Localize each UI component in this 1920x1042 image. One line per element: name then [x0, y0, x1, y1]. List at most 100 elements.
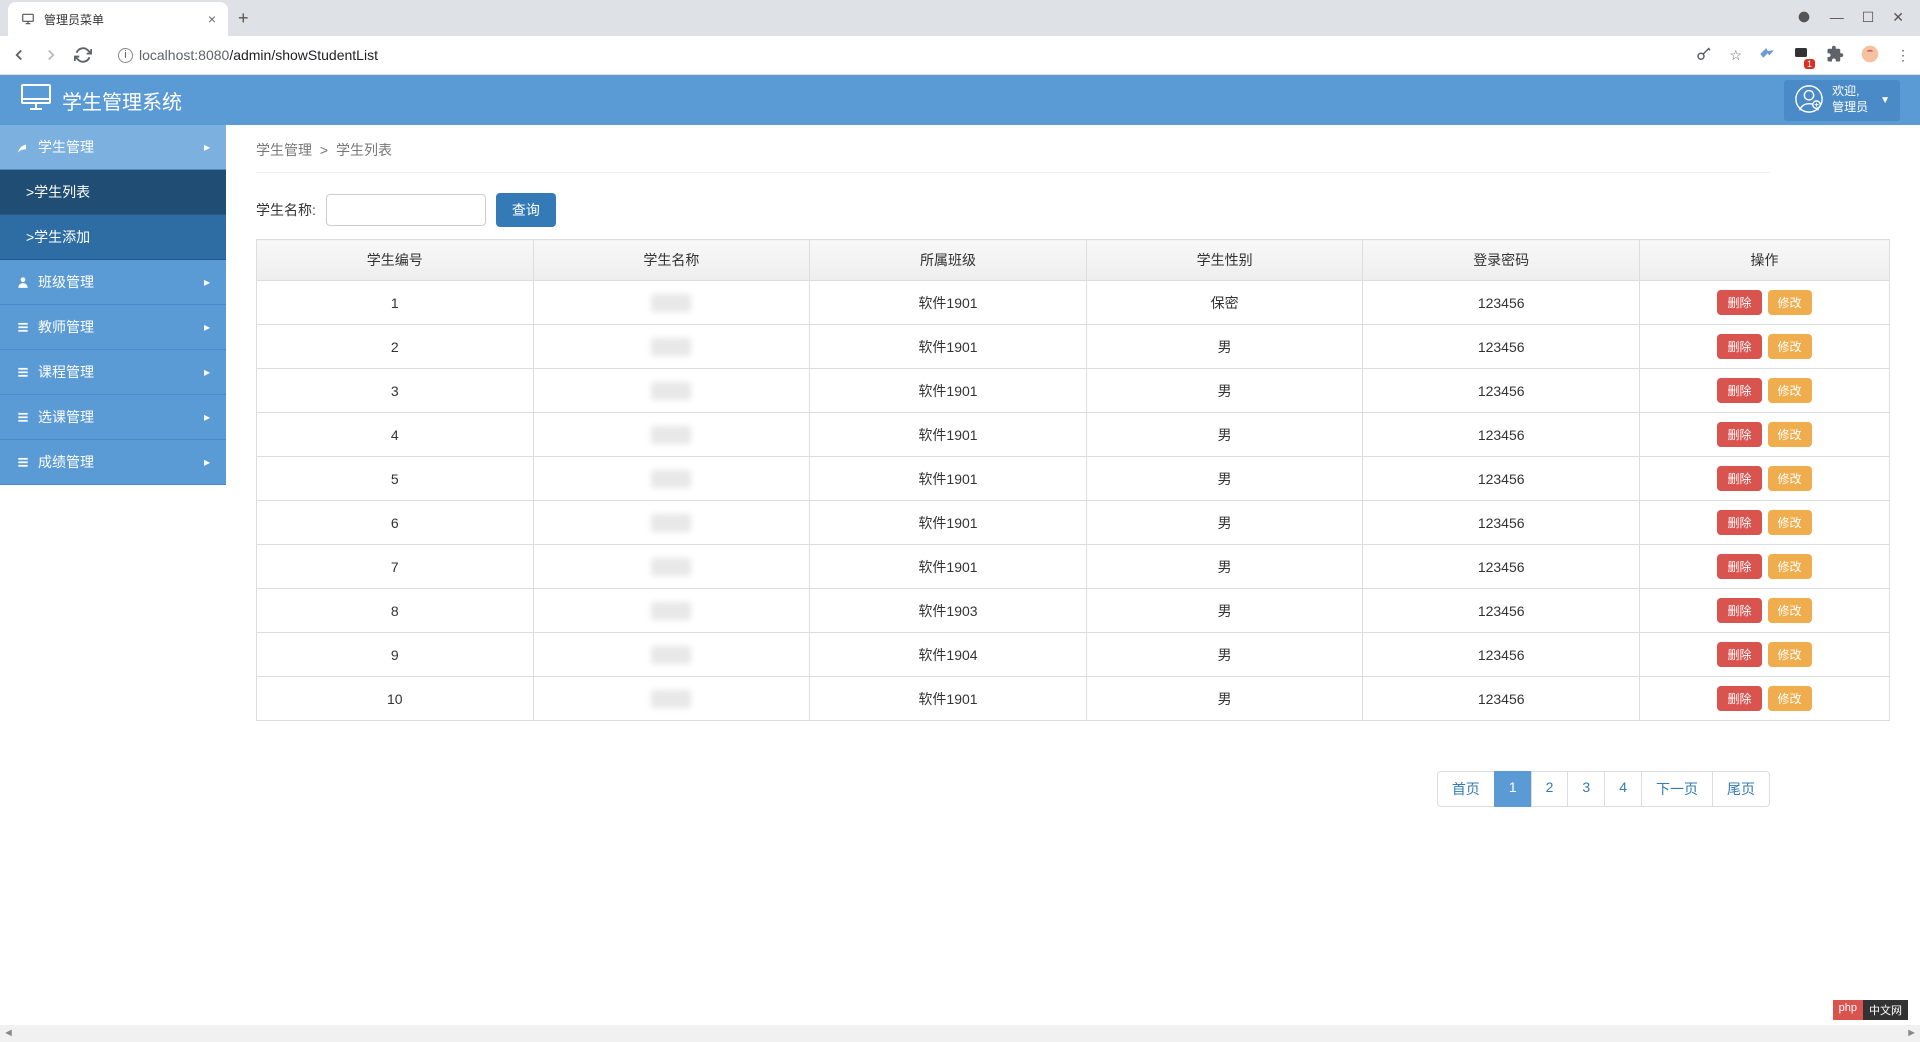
footer-badge[interactable]: php 中文网: [1833, 1000, 1908, 1020]
edit-button[interactable]: 修改: [1768, 378, 1812, 403]
edit-button[interactable]: 修改: [1768, 466, 1812, 491]
bird-ext-icon[interactable]: [1758, 45, 1776, 66]
extensions-icon[interactable]: [1826, 45, 1844, 66]
close-window-icon[interactable]: ✕: [1892, 9, 1904, 28]
delete-button[interactable]: 删除: [1717, 642, 1761, 667]
student-name-input[interactable]: [326, 194, 486, 226]
chevron-right-icon: ▸: [204, 140, 210, 154]
tab-close-icon[interactable]: ×: [208, 11, 216, 27]
cell-gender: 男: [1086, 413, 1363, 457]
url-bar[interactable]: i localhost:8080/admin/showStudentList: [106, 40, 1681, 70]
sidebar-item-2[interactable]: 教师管理 ▸: [0, 305, 226, 350]
sidebar-item-0[interactable]: 学生管理▸: [0, 125, 226, 170]
delete-button[interactable]: 删除: [1717, 334, 1761, 359]
horizontal-scrollbar[interactable]: ◄ ►: [0, 1025, 1920, 1042]
edit-button[interactable]: 修改: [1768, 422, 1812, 447]
cell-actions: 删除修改: [1640, 677, 1890, 721]
cell-actions: 删除修改: [1640, 633, 1890, 677]
cell-password: 123456: [1363, 413, 1640, 457]
page-4[interactable]: 4: [1604, 771, 1642, 807]
sidebar-icon: [16, 455, 30, 469]
cell-id: 8: [257, 589, 534, 633]
user-welcome-text: 欢迎, 管理员: [1832, 84, 1868, 115]
minimize-icon[interactable]: —: [1830, 9, 1844, 28]
cell-name: [533, 677, 810, 721]
delete-button[interactable]: 删除: [1717, 466, 1761, 491]
breadcrumb-current: 学生列表: [336, 142, 392, 158]
delete-button[interactable]: 删除: [1717, 510, 1761, 535]
cell-class: 软件1901: [810, 369, 1087, 413]
cell-actions: 删除修改: [1640, 325, 1890, 369]
menu-icon[interactable]: ⋮: [1896, 47, 1910, 64]
page-last[interactable]: 尾页: [1712, 771, 1770, 807]
cell-password: 123456: [1363, 457, 1640, 501]
sidebar-icon: [16, 365, 30, 379]
main-layout: 学生管理▸>学生列表>学生添加班级管理▸教师管理▸课程管理▸选课管理▸成绩管理▸…: [0, 125, 1920, 822]
scroll-left-icon[interactable]: ◄: [3, 1027, 14, 1039]
delete-button[interactable]: 删除: [1717, 686, 1761, 711]
page-next[interactable]: 下一页: [1641, 771, 1713, 807]
chevron-right-icon: ▸: [204, 320, 210, 334]
table-row: 5软件1901男123456删除修改: [257, 457, 1890, 501]
edit-button[interactable]: 修改: [1768, 642, 1812, 667]
forward-button[interactable]: [42, 46, 60, 64]
cell-actions: 删除修改: [1640, 281, 1890, 325]
url-text: localhost:8080/admin/showStudentList: [139, 47, 378, 63]
user-menu[interactable]: 欢迎, 管理员 ▼: [1784, 80, 1900, 121]
browser-tab[interactable]: 管理员菜单 ×: [8, 2, 228, 36]
cell-name: [533, 457, 810, 501]
cell-class: 软件1904: [810, 633, 1087, 677]
back-button[interactable]: [10, 46, 28, 64]
incognito-icon[interactable]: [1796, 9, 1812, 28]
cell-name: [533, 369, 810, 413]
edit-button[interactable]: 修改: [1768, 554, 1812, 579]
new-tab-button[interactable]: +: [238, 8, 249, 29]
delete-button[interactable]: 删除: [1717, 378, 1761, 403]
table-row: 2软件1901男123456删除修改: [257, 325, 1890, 369]
cell-gender: 男: [1086, 633, 1363, 677]
site-info-icon[interactable]: i: [118, 48, 133, 63]
page-3[interactable]: 3: [1567, 771, 1605, 807]
edit-button[interactable]: 修改: [1768, 334, 1812, 359]
star-icon[interactable]: ☆: [1729, 47, 1742, 64]
sidebar-item-3[interactable]: 课程管理▸: [0, 350, 226, 395]
edit-button[interactable]: 修改: [1768, 598, 1812, 623]
cell-gender: 男: [1086, 677, 1363, 721]
breadcrumb-parent[interactable]: 学生管理: [256, 142, 312, 158]
cell-actions: 删除修改: [1640, 589, 1890, 633]
cell-id: 10: [257, 677, 534, 721]
page-2[interactable]: 2: [1531, 771, 1569, 807]
sidebar-label: 课程管理: [38, 362, 94, 382]
page-1[interactable]: 1: [1494, 771, 1532, 807]
delete-button[interactable]: 删除: [1717, 290, 1761, 315]
cell-class: 软件1903: [810, 589, 1087, 633]
delete-button[interactable]: 删除: [1717, 422, 1761, 447]
search-row: 学生名称: 查询: [256, 193, 1890, 227]
delete-button[interactable]: 删除: [1717, 598, 1761, 623]
sidebar-item-1[interactable]: 班级管理▸: [0, 260, 226, 305]
cell-password: 123456: [1363, 281, 1640, 325]
table-header: 学生编号: [257, 240, 534, 281]
sidebar-label: 班级管理: [38, 272, 94, 292]
key-icon[interactable]: [1695, 45, 1713, 66]
edit-button[interactable]: 修改: [1768, 290, 1812, 315]
cell-name: [533, 501, 810, 545]
edit-button[interactable]: 修改: [1768, 510, 1812, 535]
profile-icon[interactable]: [1860, 44, 1880, 67]
scroll-right-icon[interactable]: ►: [1906, 1027, 1917, 1039]
edit-button[interactable]: 修改: [1768, 686, 1812, 711]
cell-actions: 删除修改: [1640, 457, 1890, 501]
cell-gender: 男: [1086, 589, 1363, 633]
reload-button[interactable]: [74, 46, 92, 64]
delete-button[interactable]: 删除: [1717, 554, 1761, 579]
sidebar-item-5[interactable]: 成绩管理▸: [0, 440, 226, 485]
maximize-icon[interactable]: ☐: [1862, 9, 1875, 28]
sidebar-label: 教师管理: [38, 317, 94, 337]
search-button[interactable]: 查询: [496, 193, 556, 227]
notification-ext-icon[interactable]: 1: [1792, 45, 1810, 66]
main-content: 学生管理 > 学生列表 学生名称: 查询 学生编号学生名称所属班级学生性别登录密…: [226, 125, 1920, 822]
sidebar-item-4[interactable]: 选课管理▸: [0, 395, 226, 440]
sidebar-sub-0-0[interactable]: >学生列表: [0, 170, 226, 215]
sidebar-sub-0-1[interactable]: >学生添加: [0, 215, 226, 260]
page-first[interactable]: 首页: [1437, 771, 1495, 807]
